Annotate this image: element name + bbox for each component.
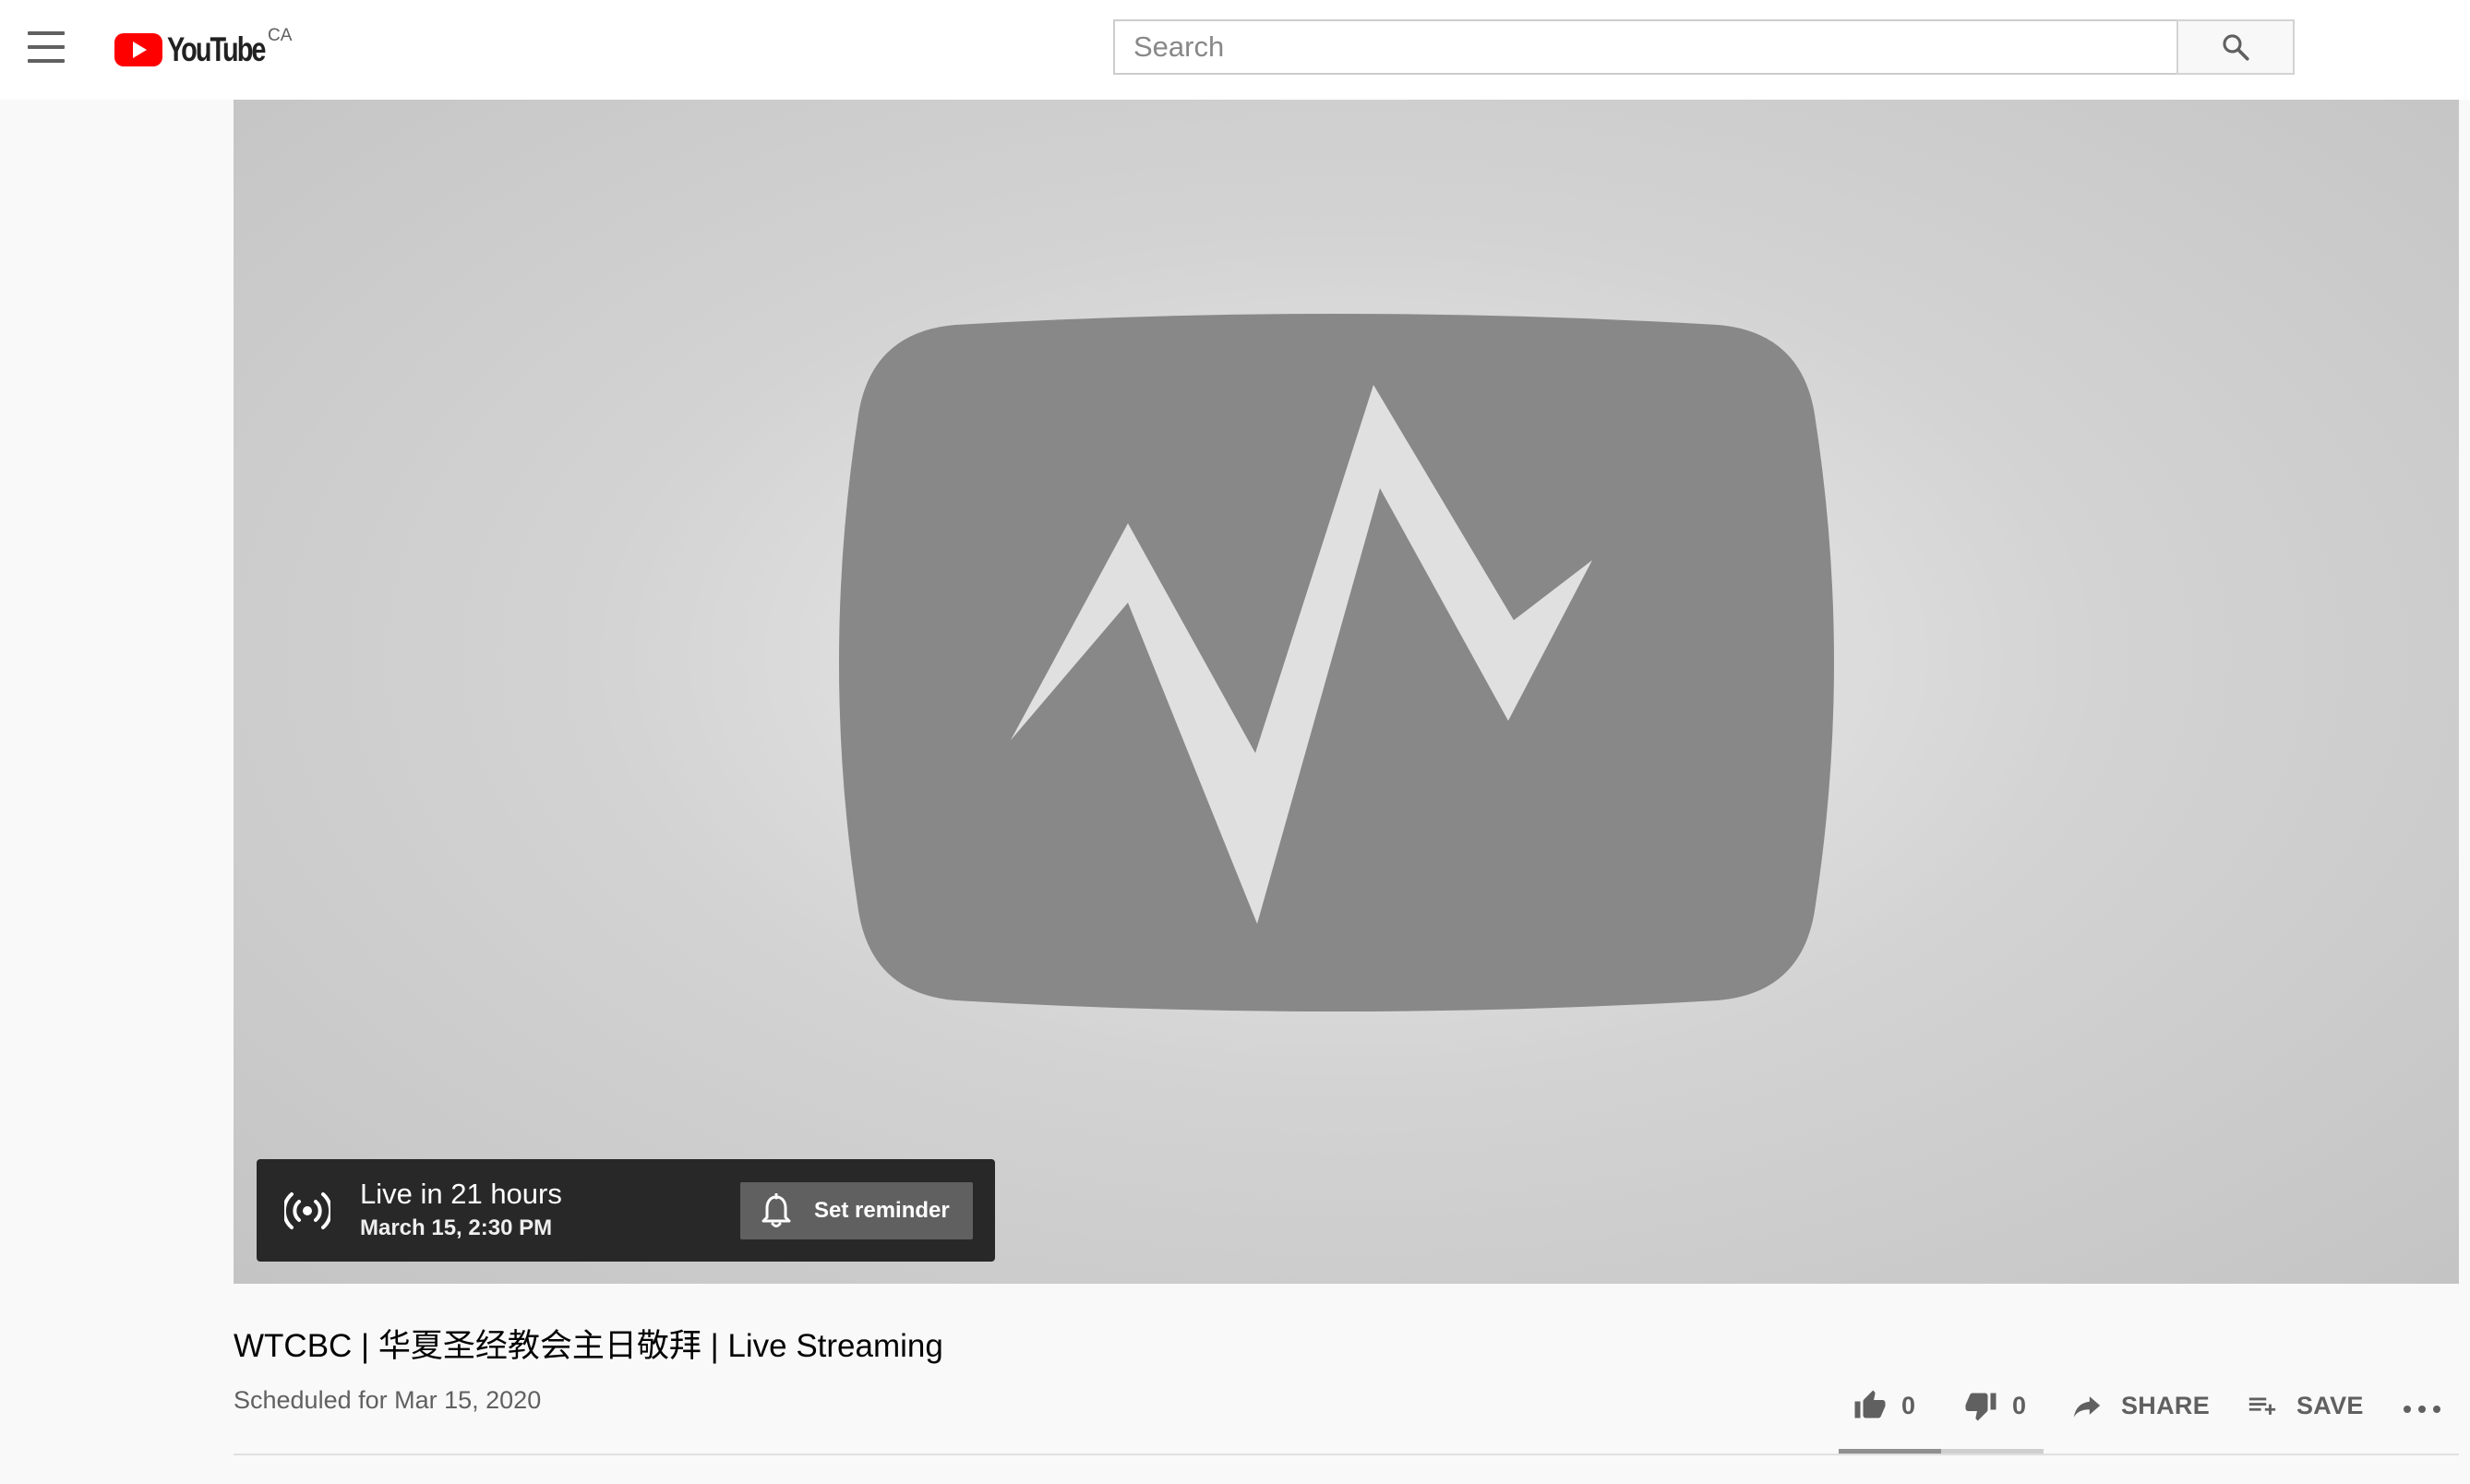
search-button[interactable]: [2176, 19, 2295, 75]
menu-icon[interactable]: [28, 31, 65, 63]
video-title: WTCBC | 华夏圣经教会主日敬拜 | Live Streaming: [234, 1328, 943, 1364]
set-reminder-label: Set reminder: [814, 1198, 950, 1223]
youtube-play-icon: [114, 33, 162, 66]
info-divider: [234, 1454, 2459, 1455]
more-actions-button[interactable]: [2402, 1384, 2442, 1427]
bell-icon: [761, 1193, 791, 1227]
set-reminder-button[interactable]: Set reminder: [740, 1182, 973, 1239]
logo-wordmark: YouTube: [167, 30, 266, 68]
thumbs-up-icon: [1854, 1390, 1886, 1418]
search-icon: [2223, 34, 2249, 61]
share-icon: [2073, 1396, 2101, 1418]
like-button[interactable]: 0: [1852, 1384, 1915, 1427]
dislike-count: 0: [2012, 1391, 2027, 1419]
menu-bar: [28, 31, 65, 35]
share-button[interactable]: SHARE: [2069, 1384, 2210, 1427]
live-status-card: Live in 21 hours March 15, 2:30 PM Set r…: [257, 1159, 995, 1262]
like-count: 0: [1901, 1391, 1916, 1419]
live-scheduled-time: March 15, 2:30 PM: [360, 1215, 553, 1240]
more-horizontal-icon: [2404, 1406, 2440, 1413]
thumbs-down-icon: [1965, 1393, 1996, 1421]
youtube-logo[interactable]: YouTube: [114, 26, 292, 74]
playlist-add-icon: [2248, 1397, 2276, 1415]
menu-bar: [28, 45, 65, 49]
search-input[interactable]: Search: [1113, 19, 2176, 75]
search-placeholder: Search: [1133, 30, 1225, 63]
menu-bar: [28, 59, 65, 63]
dislike-button[interactable]: 0: [1962, 1384, 2026, 1427]
save-label: SAVE: [2296, 1391, 2364, 1419]
country-code: CA: [268, 26, 293, 45]
share-label: SHARE: [2121, 1391, 2211, 1419]
video-player[interactable]: Live in 21 hours March 15, 2:30 PM Set r…: [234, 100, 2459, 1284]
live-placeholder-icon: [839, 314, 1834, 1011]
masthead: YouTube CA Search: [0, 0, 2470, 100]
save-button[interactable]: SAVE: [2245, 1384, 2364, 1427]
scheduled-date: Scheduled for Mar 15, 2020: [234, 1386, 542, 1414]
broadcast-icon: [284, 1192, 330, 1229]
live-countdown-title: Live in 21 hours: [360, 1178, 562, 1210]
